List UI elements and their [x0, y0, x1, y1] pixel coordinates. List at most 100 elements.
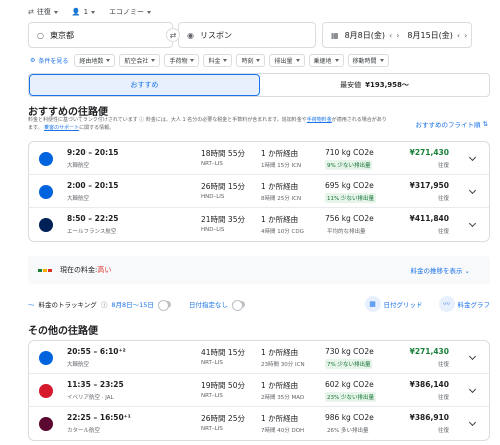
flight-row[interactable]: 8:50 – 22:25 エールフランス航空 21時間 35分 HND–LIS 1 か所… [29, 208, 489, 241]
baggage-fee-link[interactable]: 手荷物料金 [307, 117, 332, 123]
price-type: 往復 [437, 196, 449, 202]
depart-date[interactable]: 8月8日(金) [345, 30, 385, 41]
caret-down-icon [379, 59, 384, 62]
airline-logo-icon [39, 218, 53, 232]
swap-button[interactable]: ⇄ [166, 28, 180, 42]
flight-price: ¥271,430 [409, 347, 449, 356]
prev-date-icon[interactable]: ‹ [457, 31, 460, 40]
emissions-badge: 7% 少ない排出量 [325, 359, 373, 369]
filter-emissions[interactable]: 排出量 [269, 54, 305, 67]
chevron-down-icon: ⌄ [464, 267, 470, 275]
price-history-link[interactable]: 料金の推移を表示 ⌄ [410, 265, 470, 275]
flight-price: ¥411,840 [409, 214, 449, 223]
price-type: 往復 [437, 163, 449, 169]
caret-down-icon [106, 59, 111, 62]
airline-logo-icon [39, 417, 53, 431]
next-date-icon[interactable]: › [464, 31, 467, 40]
sort-tabs: おすすめ 最安値 ¥193,958〜 [28, 73, 490, 97]
emissions-badge: 23% 少ない排出量 [325, 392, 376, 402]
airline-name: 大韓航空 [67, 163, 90, 169]
price-graph-button[interactable]: 〰料金グラフ [438, 296, 490, 312]
caret-down-icon [334, 59, 339, 62]
caret-down-icon [151, 59, 156, 62]
date-grid-button[interactable]: ▦ 日付グリッド [364, 296, 423, 312]
airline-logo-icon [39, 185, 53, 199]
price-type: 往復 [437, 428, 449, 434]
flight-duration: 26時間 15分 [201, 182, 245, 191]
prev-date-icon[interactable]: ‹ [389, 31, 392, 40]
trip-type-select[interactable]: ⇄ 往復 [28, 7, 58, 17]
layover-detail: 23時間 30分 ICN [261, 362, 305, 368]
tab-recommended[interactable]: おすすめ [29, 74, 260, 96]
caret-down-icon [295, 59, 300, 62]
flight-row[interactable]: 20:55 – 6:10⁺² 大韓航空 41時間 15分 NRT–LIS 1 か所経由 2… [29, 341, 489, 374]
airline-name: カタール航空 [67, 428, 101, 434]
filter-times[interactable]: 時刻 [236, 54, 266, 67]
tab-cheapest[interactable]: 最安値 ¥193,958〜 [260, 74, 489, 96]
passengers-select[interactable]: 👤 1 [72, 8, 96, 16]
flight-route: HND–LIS [201, 227, 225, 233]
tracking-bar: 〜 料金のトラッキング ⓘ 8月8日～15日 日付指定なし ▦ 日付グリッド 〰料… [28, 296, 490, 312]
expand-chevron-icon[interactable] [468, 385, 477, 394]
info-icon[interactable]: ⓘ [139, 117, 144, 123]
flight-row[interactable]: 22:25 – 16:50⁺¹ カタール航空 26時間 25分 NRT–LIS 1 か所… [29, 407, 489, 440]
caret-down-icon [147, 10, 152, 14]
emissions-badge: 9% 少ない排出量 [325, 160, 373, 170]
flight-row[interactable]: 9:20 – 20:15 大韓航空 18時間 55分 NRT–LIS 1 か所経由 1時間… [29, 142, 489, 175]
filter-bar: ⚙ 条件を見る 経由地数 航空会社 手荷物 料金 時刻 排出量 乗継地 移動時間 [28, 54, 389, 67]
calendar-icon: ▦ [331, 30, 339, 40]
flight-stops: 1 か所経由 [261, 215, 299, 224]
flight-stops: 1 か所経由 [261, 381, 299, 390]
layover-detail: 1時間 15分 ICN [261, 163, 302, 169]
info-icon[interactable]: ⓘ [101, 299, 108, 309]
filter-bags[interactable]: 手荷物 [164, 54, 200, 67]
flight-route: NRT–LIS [201, 426, 223, 432]
circle-icon: ○ [37, 30, 44, 40]
price-insight: 現在の料金: 高い 料金の推移を表示 ⌄ [28, 256, 490, 284]
expand-chevron-icon[interactable] [468, 219, 477, 228]
caret-down-icon [256, 59, 261, 62]
cabin-select[interactable]: エコノミー [109, 7, 152, 17]
filter-duration[interactable]: 移動時間 [347, 54, 389, 67]
date-field[interactable]: ▦ 8月8日(金) ‹ › 8月15日(金) ‹ › [322, 22, 472, 48]
filter-airlines[interactable]: 航空会社 [119, 54, 161, 67]
expand-chevron-icon[interactable] [468, 352, 477, 361]
expand-chevron-icon[interactable] [468, 418, 477, 427]
flight-price: ¥271,430 [409, 148, 449, 157]
emissions: 695 kg CO2e [325, 181, 374, 190]
destination-field[interactable]: ◉ リスボン [178, 22, 316, 48]
all-filters-button[interactable]: ⚙ 条件を見る [28, 54, 70, 67]
other-flights-title: その他の往路便 [28, 326, 98, 337]
graph-icon: 〰 [438, 296, 455, 312]
layover-detail: 4時間 10分 CDG [261, 229, 304, 235]
flight-route: HND–LIS [201, 194, 225, 200]
flight-price: ¥386,140 [409, 380, 449, 389]
expand-chevron-icon[interactable] [468, 186, 477, 195]
airline-name: イベリア航空 · JAL [67, 395, 114, 401]
flight-row[interactable]: 2:00 – 20:15 大韓航空 26時間 15分 HND–LIS 1 か所経由 8時間… [29, 175, 489, 208]
airline-name: エールフランス航空 [67, 229, 117, 235]
flight-times: 22:25 – 16:50⁺¹ [67, 413, 131, 422]
filter-connecting[interactable]: 乗継地 [308, 54, 344, 67]
filter-price[interactable]: 料金 [203, 54, 233, 67]
origin-field[interactable]: ○ 東京都 [28, 22, 173, 48]
expand-chevron-icon[interactable] [468, 153, 477, 162]
flight-route: NRT–LIS [201, 161, 223, 167]
emissions-badge: 平均的な排出量 [327, 229, 366, 235]
flight-stops: 1 か所経由 [261, 348, 299, 357]
track-dates-toggle[interactable] [157, 299, 171, 311]
flight-times: 9:20 – 20:15 [67, 148, 119, 157]
flight-row[interactable]: 11:35 – 23:25 イベリア航空 · JAL 19時間 50分 NRT–LIS… [29, 374, 489, 407]
return-date[interactable]: 8月15日(金) [407, 30, 453, 41]
filter-stops[interactable]: 経由地数 [74, 54, 116, 67]
ranking-notice: 料金と利便性に基づいてランク付けされています ⓘ 料金には、大人 1 名分の必要… [28, 117, 387, 131]
airline-name: 大韓航空 [67, 196, 90, 202]
next-date-icon[interactable]: › [396, 31, 399, 40]
sort-link[interactable]: おすすめのフライト順 ⇅ [416, 119, 488, 129]
flight-times: 8:50 – 22:25 [67, 214, 119, 223]
passenger-assist-link[interactable]: 乗客のサポート [44, 125, 79, 131]
track-any-toggle[interactable] [231, 299, 245, 311]
flight-price: ¥386,910 [409, 413, 449, 422]
airline-logo-icon [39, 152, 53, 166]
top-flights-title: おすすめの往路便 [28, 107, 108, 118]
